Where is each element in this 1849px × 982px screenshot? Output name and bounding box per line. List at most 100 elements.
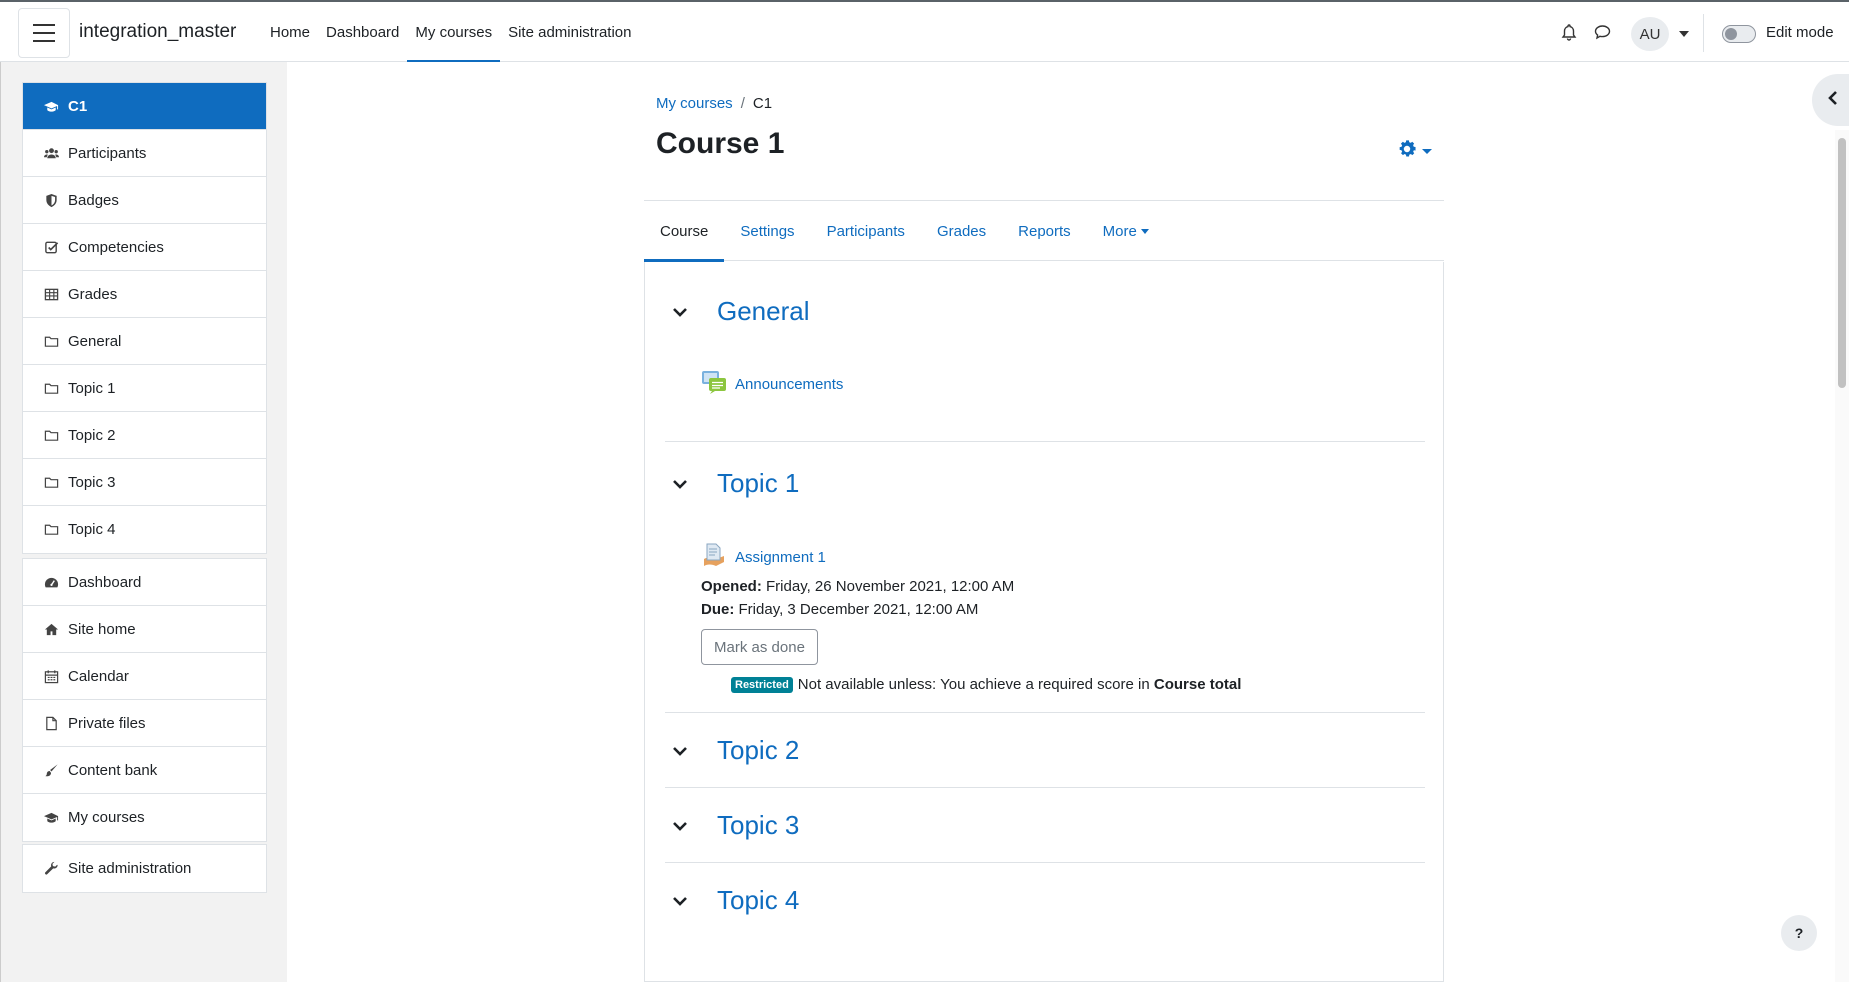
tab-reports[interactable]: Reports (1002, 201, 1087, 261)
chevron-down-icon[interactable] (665, 895, 695, 907)
drawer-item-label: General (68, 332, 122, 350)
tab-more[interactable]: More (1087, 201, 1165, 261)
primary-navigation: Home Dashboard My courses Site administr… (262, 2, 640, 63)
section-topic-1: Topic 1 Assignment 1 Opened: Friday, 26 … (665, 442, 1425, 713)
chevron-down-icon (1422, 148, 1432, 154)
drawer-item-grades[interactable]: Grades (23, 271, 266, 318)
chevron-left-icon (1828, 90, 1838, 110)
section-header: Topic 4 (665, 885, 799, 916)
notifications-bell-icon[interactable] (1561, 24, 1577, 45)
activity-assignment-1[interactable]: Assignment 1 (701, 542, 826, 572)
tab-course[interactable]: Course (644, 201, 725, 262)
section-title[interactable]: Topic 1 (717, 468, 799, 499)
breadcrumb: My courses / C1 (656, 95, 772, 112)
page-scrollbar[interactable] (1835, 130, 1849, 982)
section-title[interactable]: General (717, 296, 810, 327)
section-general: General Announcements (665, 262, 1425, 442)
drawer-item-private-files[interactable]: Private files (23, 700, 266, 747)
assignment-icon (701, 542, 727, 572)
section-topic-3: Topic 3 (665, 788, 1425, 863)
drawer-item-label: Topic 1 (68, 379, 116, 397)
section-header: Topic 3 (665, 810, 799, 841)
drawer-item-topic-3[interactable]: Topic 3 (23, 459, 266, 506)
course-actions-menu[interactable] (1396, 138, 1432, 164)
activity-link[interactable]: Assignment 1 (735, 549, 826, 566)
section-title[interactable]: Topic 3 (717, 810, 799, 841)
calendar-icon (43, 668, 59, 684)
secondary-navigation: Course Settings Participants Grades Repo… (644, 200, 1444, 262)
drawer-item-label: Site home (68, 620, 136, 638)
opened-date: Opened: Friday, 26 November 2021, 12:00 … (701, 575, 1014, 598)
section-title[interactable]: Topic 4 (717, 885, 799, 916)
scrollbar-thumb[interactable] (1838, 138, 1846, 388)
nav-my-courses[interactable]: My courses (407, 2, 500, 63)
drawer-item-topic-4[interactable]: Topic 4 (23, 506, 266, 553)
drawer-item-competencies[interactable]: Competencies (23, 224, 266, 271)
nav-site-administration[interactable]: Site administration (500, 2, 639, 62)
drawer-item-site-administration[interactable]: Site administration (23, 845, 266, 892)
chevron-down-icon[interactable] (665, 745, 695, 757)
section-topic-2: Topic 2 (665, 713, 1425, 788)
drawer-item-general[interactable]: General (23, 318, 266, 365)
due-label: Due: (701, 601, 735, 618)
drawer-item-c1[interactable]: C1 (23, 83, 266, 130)
mark-as-done-button[interactable]: Mark as done (701, 629, 818, 665)
chevron-down-icon[interactable] (665, 478, 695, 490)
breadcrumb-my-courses[interactable]: My courses (656, 95, 733, 112)
restriction-target: Course total (1153, 676, 1242, 693)
drawer-item-dashboard[interactable]: Dashboard (23, 559, 266, 606)
drawer-item-label: Topic 2 (68, 426, 116, 444)
hamburger-icon-line (33, 32, 55, 34)
course-index-drawer: C1 Participants Badges Competencies Grad… (0, 62, 286, 982)
help-button[interactable]: ? (1781, 915, 1817, 951)
gear-icon (1396, 138, 1418, 164)
home-icon (43, 621, 59, 637)
drawer-item-label: Topic 3 (68, 473, 116, 491)
drawer-item-content-bank[interactable]: Content bank (23, 747, 266, 794)
section-header: Topic 2 (665, 735, 799, 766)
edit-mode-toggle[interactable] (1722, 25, 1756, 43)
restriction-text: Not available unless: You achieve a requ… (797, 676, 1150, 693)
drawer-item-label: C1 (68, 97, 88, 115)
tab-grades[interactable]: Grades (921, 201, 1002, 261)
section-title[interactable]: Topic 2 (717, 735, 799, 766)
user-avatar[interactable]: AU (1631, 17, 1669, 51)
chevron-down-icon[interactable] (665, 820, 695, 832)
nav-home[interactable]: Home (262, 2, 318, 62)
activity-link[interactable]: Announcements (735, 376, 843, 393)
drawer-item-participants[interactable]: Participants (23, 130, 266, 177)
users-icon (43, 145, 59, 161)
breadcrumb-current: C1 (752, 95, 773, 112)
drawer-item-label: Site administration (68, 860, 192, 877)
drawer-item-topic-1[interactable]: Topic 1 (23, 365, 266, 412)
activity-announcements[interactable]: Announcements (701, 370, 843, 398)
file-icon (43, 715, 59, 731)
site-name[interactable]: integration_master (79, 21, 236, 43)
drawer-item-label: Private files (68, 714, 146, 732)
folder-icon (43, 522, 59, 538)
user-menu-chevron-down-icon[interactable] (1679, 31, 1689, 37)
tab-more-label: More (1102, 222, 1137, 240)
drawer-item-my-courses[interactable]: My courses (23, 794, 266, 841)
drawer-toggle-button[interactable] (18, 8, 70, 58)
drawer-item-topic-2[interactable]: Topic 2 (23, 412, 266, 459)
tab-participants[interactable]: Participants (811, 201, 921, 261)
opened-label: Opened: (701, 578, 762, 595)
nav-dashboard[interactable]: Dashboard (318, 2, 407, 62)
drawer-item-calendar[interactable]: Calendar (23, 653, 266, 700)
breadcrumb-separator: / (740, 95, 745, 112)
availability-restriction: Restricted Not available unless: You ach… (731, 676, 1241, 693)
tab-settings[interactable]: Settings (724, 201, 810, 261)
chevron-down-icon[interactable] (665, 306, 695, 318)
hamburger-icon-line (33, 40, 55, 42)
drawer-item-label: Grades (68, 285, 118, 303)
graduation-cap-icon (43, 810, 59, 826)
drawer-item-badges[interactable]: Badges (23, 177, 266, 224)
folder-icon (43, 427, 59, 443)
drawer-item-label: Calendar (68, 667, 129, 685)
due-value: Friday, 3 December 2021, 12:00 AM (738, 601, 979, 618)
tachometer-icon (43, 574, 59, 590)
messages-chat-icon[interactable] (1594, 24, 1611, 44)
drawer-item-site-home[interactable]: Site home (23, 606, 266, 653)
course-navigation-group: C1 Participants Badges Competencies Grad… (22, 82, 267, 554)
